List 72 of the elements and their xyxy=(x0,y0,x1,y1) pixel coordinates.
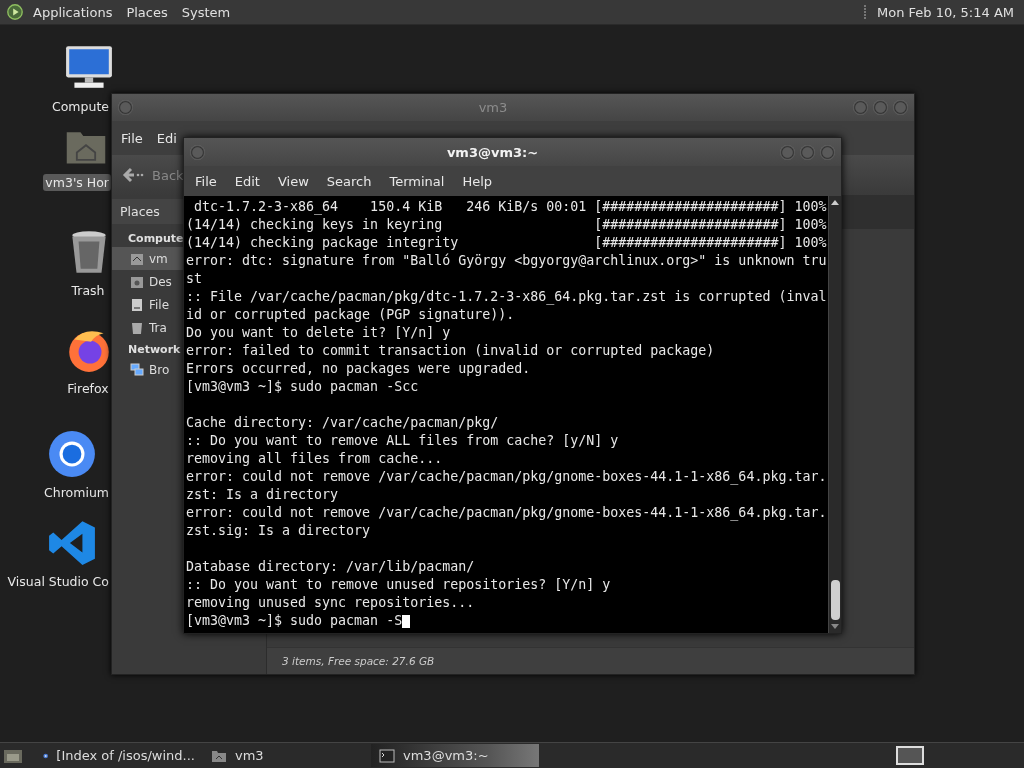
terminal-line: dtc-1.7.2-3-x86_64 150.4 KiB 246 KiB/s 00:01 [######################] 100% xyxy=(193,198,827,216)
trash-icon xyxy=(130,320,144,335)
sidebar-item[interactable]: Bro xyxy=(112,358,183,381)
menu-item[interactable]: File xyxy=(186,173,226,189)
taskbar-item[interactable]: [Index of /isos/wind... xyxy=(35,744,203,767)
show-desktop-icon[interactable] xyxy=(3,747,23,764)
terminal-line: :: Do you want to remove ALL files from cache? [y/N] y xyxy=(186,432,619,450)
terminal-line: zst.sig: Is a directory xyxy=(186,522,371,540)
scrollbar-thumb[interactable] xyxy=(830,580,840,620)
workspace-switcher[interactable] xyxy=(896,746,924,765)
scroll-down-icon[interactable] xyxy=(831,624,839,630)
terminal-line: [vm3@vm3 ~]$ sudo pacman -Scc xyxy=(186,378,419,396)
terminal-line: Cache directory: /var/cache/pacman/pkg/ xyxy=(186,414,499,432)
terminal-line: Do you want to delete it? [Y/n] y xyxy=(186,324,451,342)
terminal-line: Database directory: /var/lib/pacman/ xyxy=(186,558,475,576)
menu-item[interactable]: Help xyxy=(453,173,502,189)
window-title: vm3 xyxy=(477,100,509,115)
back-arrow-icon xyxy=(122,167,144,183)
desktop-icon-label[interactable]: Chromium xyxy=(42,484,111,501)
sidebar-section-title: Network xyxy=(127,342,182,358)
desktop-icon-label[interactable]: Compute xyxy=(50,98,111,115)
clock[interactable]: Mon Feb 10, 5:14 AM xyxy=(877,4,1018,20)
terminal-line: [vm3@vm3 ~]$ sudo pacman -S xyxy=(186,612,403,630)
desktop-icon xyxy=(130,274,144,289)
code-editor-icon[interactable] xyxy=(47,518,97,568)
sidebar-item[interactable]: Des xyxy=(112,270,183,293)
terminal-icon xyxy=(379,747,395,764)
menu-item[interactable]: Edit xyxy=(225,173,269,189)
scroll-up-icon[interactable] xyxy=(831,199,839,205)
chromium-icon[interactable] xyxy=(47,429,97,479)
desktop-icon-label[interactable]: Visual Studio Co xyxy=(5,573,111,590)
panel-menu[interactable]: System xyxy=(176,4,236,20)
sidebar-item[interactable]: vm xyxy=(112,247,183,270)
taskbar-item[interactable]: vm3 xyxy=(203,744,371,767)
logo-icon[interactable] xyxy=(6,3,24,21)
panel-menu[interactable]: Applications xyxy=(28,4,118,20)
desktop-icon-label[interactable]: vm3's Hor xyxy=(43,174,111,191)
terminal-line: error: dtc: signature from "Balló György <bgyorgy@archlinux.org>" is unknown tru xyxy=(186,252,827,270)
window-title: vm3@vm3:~ xyxy=(445,144,540,160)
menu-item[interactable]: File xyxy=(121,130,143,146)
panel-handle-icon[interactable] xyxy=(863,4,868,20)
terminal-line: st xyxy=(186,270,202,288)
terminal-line: :: File /var/cache/pacman/pkg/dtc-1.7.2-3-x86_64.pkg.tar.zst is corrupted (inval xyxy=(186,288,827,306)
terminal-line: error: could not remove /var/cache/pacman/pkg/gnome-boxes-44.1-1-x86_64.pkg.tar. xyxy=(186,468,827,486)
menu-item[interactable]: Edi xyxy=(156,130,177,146)
home-icon xyxy=(130,251,144,266)
taskbar-item[interactable]: vm3@vm3:~ xyxy=(371,744,539,767)
terminal-line: removing unused sync repositories... xyxy=(186,594,475,612)
menu-item[interactable]: Search xyxy=(317,173,381,189)
network-icon xyxy=(130,362,144,377)
terminal-line: Errors occurred, no packages were upgraded. xyxy=(186,360,531,378)
drive-icon xyxy=(130,297,144,312)
desktop-icon-label[interactable]: Firefox xyxy=(65,380,111,397)
menu-item[interactable]: Terminal xyxy=(380,173,454,189)
status-text: 3 items, Free space: 27.6 GB xyxy=(282,655,435,667)
terminal-line: :: Do you want to remove unused repositories? [Y/n] y xyxy=(186,576,611,594)
sidebar-header[interactable]: Places xyxy=(112,199,183,224)
terminal-line: id or corrupted package (PGP signature)). xyxy=(186,306,515,324)
sidebar-item[interactable]: File xyxy=(112,293,183,316)
terminal-line: error: could not remove /var/cache/pacman/pkg/gnome-boxes-44.1-1-x86_64.pkg.tar. xyxy=(186,504,827,522)
scrollbar[interactable] xyxy=(828,196,841,633)
terminal-line: removing all files from cache... xyxy=(186,450,443,468)
sidebar-section-title: Compute xyxy=(127,231,182,247)
terminal-line: (14/14) checking keys in keyring [######################] 100% xyxy=(186,216,827,234)
menu-item[interactable]: View xyxy=(268,173,318,189)
terminal-line: error: failed to commit transaction (invalid or corrupted package) xyxy=(186,342,715,360)
terminal-line: (14/14) checking package integrity [######################] 100% xyxy=(186,234,827,252)
panel-menu[interactable]: Places xyxy=(121,4,173,20)
sidebar-item[interactable]: Tra xyxy=(112,316,183,339)
text-cursor xyxy=(402,614,411,628)
terminal-line: zst: Is a directory xyxy=(186,486,339,504)
desktop-icon-label[interactable]: Trash xyxy=(69,282,107,299)
